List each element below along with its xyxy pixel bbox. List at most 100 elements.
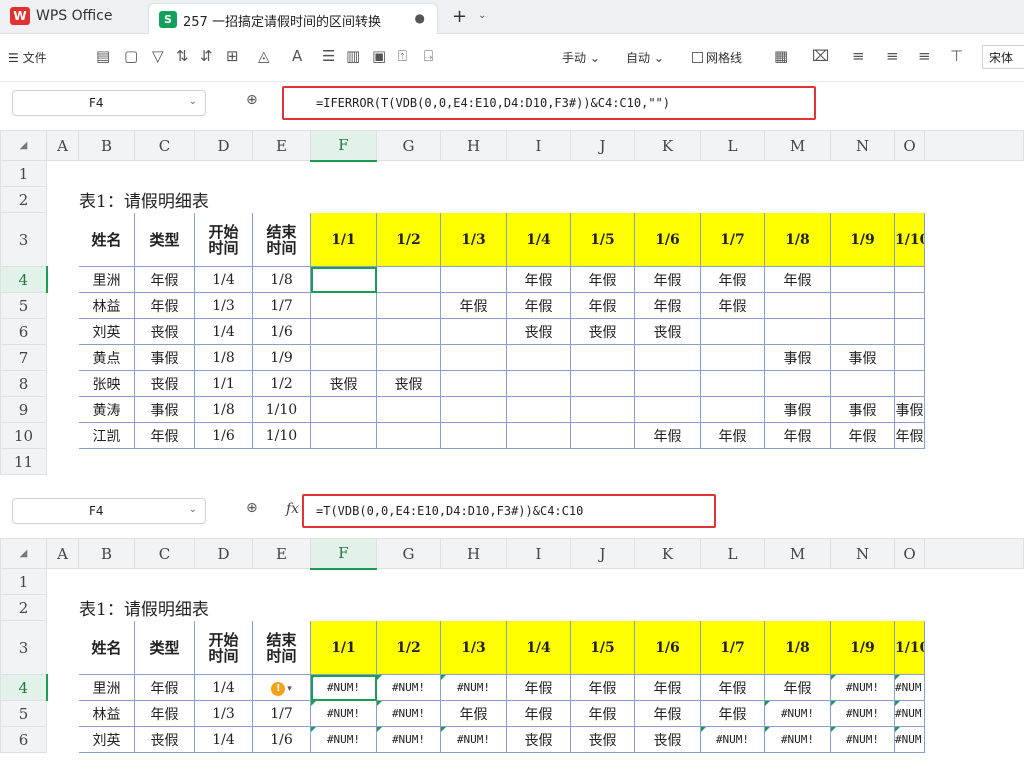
- row-header-6[interactable]: 6: [0, 726, 47, 753]
- leave-cell[interactable]: 年假: [764, 266, 831, 293]
- row-header-9[interactable]: 9: [0, 396, 47, 423]
- chevron-down-icon[interactable]: ⌄: [189, 504, 197, 515]
- type-cell[interactable]: 年假: [134, 700, 195, 727]
- empty-cell[interactable]: [925, 569, 1024, 595]
- empty-cell[interactable]: [925, 187, 1024, 213]
- leave-cell[interactable]: 年假: [700, 266, 765, 293]
- empty-cell[interactable]: [895, 187, 925, 213]
- leave-cell[interactable]: [376, 318, 441, 345]
- copy-icon[interactable]: ▢: [124, 47, 138, 65]
- leave-cell[interactable]: [700, 370, 765, 397]
- empty-cell[interactable]: [571, 569, 635, 595]
- empty-cell[interactable]: [311, 449, 377, 475]
- empty-cell[interactable]: [765, 595, 831, 621]
- formula-input[interactable]: =IFERROR(T(VDB(0,0,E4:E10,D4:D10,F3#))&C…: [282, 86, 816, 120]
- row-header-5[interactable]: 5: [0, 700, 47, 727]
- column-header-f[interactable]: F: [310, 130, 377, 162]
- sort-ascending-icon[interactable]: ⇅: [176, 47, 189, 65]
- leave-cell[interactable]: 丧假: [376, 370, 441, 397]
- leave-cell[interactable]: [570, 422, 635, 449]
- empty-cell[interactable]: [571, 187, 635, 213]
- date-header-cell[interactable]: 1/9: [830, 620, 895, 675]
- date-header-cell[interactable]: 1/6: [634, 212, 701, 267]
- empty-cell[interactable]: [253, 569, 311, 595]
- export-icon[interactable]: ⍐: [398, 47, 407, 65]
- empty-cell[interactable]: [47, 569, 79, 595]
- leave-cell[interactable]: #NUM!: [764, 700, 831, 727]
- leave-cell[interactable]: #NUM!: [376, 674, 441, 701]
- leave-cell[interactable]: 丧假: [634, 318, 701, 345]
- header-cell[interactable]: 开始 时间: [194, 212, 253, 267]
- borders-icon[interactable]: ⊞: [226, 47, 239, 65]
- font-color-icon[interactable]: A: [292, 47, 302, 65]
- empty-cell[interactable]: [895, 595, 925, 621]
- leave-cell[interactable]: [310, 318, 377, 345]
- row-header-4[interactable]: 4: [0, 674, 48, 701]
- empty-cell[interactable]: [765, 569, 831, 595]
- leave-cell[interactable]: [570, 370, 635, 397]
- end-cell[interactable]: 1/6: [252, 318, 311, 345]
- date-header-cell[interactable]: 1/7: [700, 620, 765, 675]
- empty-cell[interactable]: [925, 621, 1024, 675]
- row-header-4[interactable]: 4: [0, 266, 48, 293]
- empty-cell[interactable]: [831, 595, 895, 621]
- empty-cell[interactable]: [47, 423, 79, 449]
- empty-cell[interactable]: [831, 187, 895, 213]
- empty-cell[interactable]: [47, 161, 79, 187]
- column-header-e[interactable]: E: [252, 538, 311, 569]
- date-header-cell[interactable]: 1/4: [506, 620, 571, 675]
- leave-cell[interactable]: #NUM!: [440, 726, 507, 753]
- empty-cell[interactable]: [47, 293, 79, 319]
- row-header-10[interactable]: 10: [0, 422, 47, 449]
- column-header-o[interactable]: O: [894, 538, 925, 569]
- leave-cell[interactable]: [634, 396, 701, 423]
- leave-cell[interactable]: [830, 292, 895, 319]
- date-header-cell[interactable]: 1/7: [700, 212, 765, 267]
- name-box-2[interactable]: F4 ⌄: [12, 498, 206, 524]
- column-header-f[interactable]: F: [310, 538, 377, 570]
- fill-color-icon[interactable]: ◬: [258, 47, 270, 65]
- empty-cell[interactable]: [925, 293, 1024, 319]
- name-cell[interactable]: 里洲: [78, 266, 135, 293]
- empty-cell[interactable]: [441, 161, 507, 187]
- column-header-o[interactable]: O: [894, 130, 925, 161]
- leave-cell[interactable]: 丧假: [310, 370, 377, 397]
- end-cell[interactable]: 1/6: [252, 726, 311, 753]
- leave-cell[interactable]: 年假: [830, 422, 895, 449]
- empty-cell[interactable]: [507, 161, 571, 187]
- leave-cell[interactable]: 事假: [830, 344, 895, 371]
- leave-cell[interactable]: 年假: [634, 700, 701, 727]
- date-header-cell[interactable]: 1/3: [440, 620, 507, 675]
- wrap-text-icon[interactable]: ☰: [322, 47, 335, 65]
- date-header-cell[interactable]: 1/1: [310, 620, 377, 675]
- type-cell[interactable]: 丧假: [134, 318, 195, 345]
- leave-cell[interactable]: #NUM!: [310, 674, 377, 701]
- row-header-5[interactable]: 5: [0, 292, 47, 319]
- type-cell[interactable]: 年假: [134, 292, 195, 319]
- row-header-1[interactable]: 1: [0, 568, 47, 595]
- column-header-a[interactable]: A: [46, 538, 79, 569]
- leave-cell[interactable]: #NUM!: [894, 726, 925, 753]
- header-cell[interactable]: 姓名: [78, 620, 135, 675]
- empty-cell[interactable]: [831, 161, 895, 187]
- empty-cell[interactable]: [925, 727, 1024, 753]
- leave-cell[interactable]: 年假: [570, 700, 635, 727]
- leave-cell[interactable]: [440, 370, 507, 397]
- empty-cell[interactable]: [441, 187, 507, 213]
- leave-cell[interactable]: #NUM!: [440, 674, 507, 701]
- date-header-cell[interactable]: 1/6: [634, 620, 701, 675]
- leave-cell[interactable]: 事假: [764, 344, 831, 371]
- leave-cell[interactable]: 丧假: [506, 318, 571, 345]
- row-header-2[interactable]: 2: [0, 594, 47, 621]
- name-box[interactable]: F4 ⌄: [12, 90, 206, 116]
- start-cell[interactable]: 1/3: [194, 700, 253, 727]
- end-cell[interactable]: 1/10: [252, 422, 311, 449]
- leave-cell[interactable]: 年假: [570, 266, 635, 293]
- start-cell[interactable]: 1/4: [194, 726, 253, 753]
- name-cell[interactable]: 林益: [78, 700, 135, 727]
- empty-cell[interactable]: [47, 213, 79, 267]
- leave-cell[interactable]: [506, 396, 571, 423]
- leave-cell[interactable]: [310, 344, 377, 371]
- empty-cell[interactable]: [135, 161, 195, 187]
- empty-cell[interactable]: [47, 371, 79, 397]
